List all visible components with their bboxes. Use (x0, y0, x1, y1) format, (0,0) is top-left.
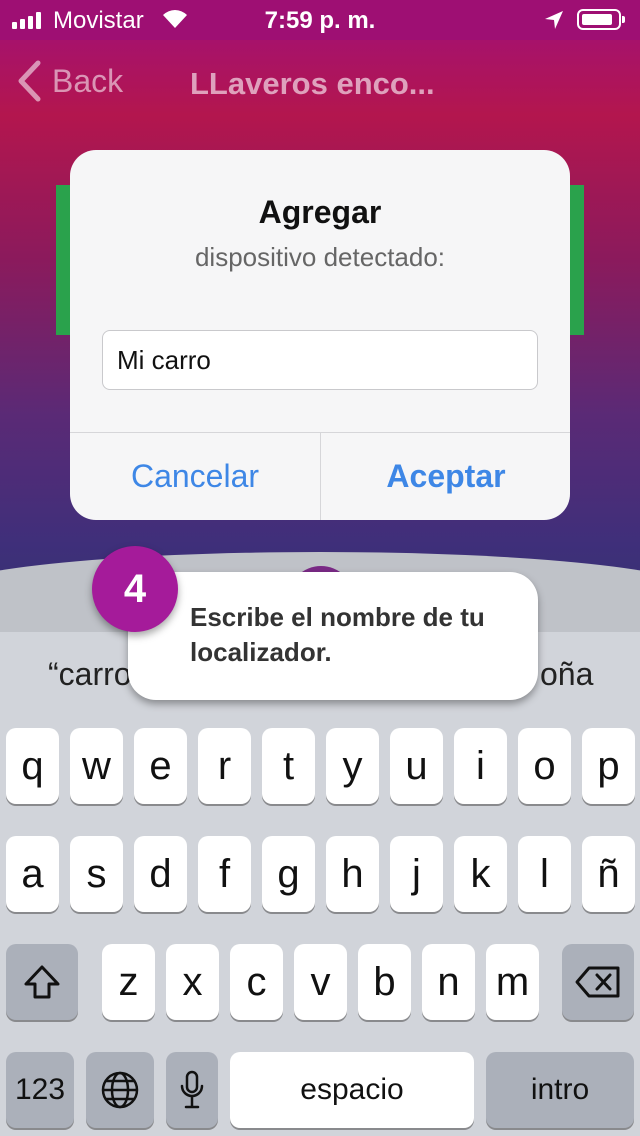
shift-key[interactable] (6, 944, 78, 1020)
add-device-dialog: Agregar dispositivo detectado: Cancelar … (70, 150, 570, 520)
navigation-bar: Back LLaveros enco... (0, 40, 640, 128)
page-title: LLaveros enco... (190, 66, 435, 101)
key-r[interactable]: r (198, 728, 251, 804)
key-e[interactable]: e (134, 728, 187, 804)
key-s[interactable]: s (70, 836, 123, 912)
space-key[interactable]: espacio (230, 1052, 474, 1128)
tooltip-text: Escribe el nombre de tu localizador. (190, 602, 485, 667)
keyboard: q w e r t y u i o p a s d f g h j k l ñ … (0, 714, 640, 1136)
key-y[interactable]: y (326, 728, 379, 804)
shift-icon (24, 965, 60, 999)
back-label: Back (52, 62, 124, 99)
dialog-subtitle: dispositivo detectado: (194, 242, 446, 272)
card-accent-right (568, 185, 584, 335)
microphone-icon (180, 1070, 204, 1109)
key-u[interactable]: u (390, 728, 443, 804)
key-w[interactable]: w (70, 728, 123, 804)
backspace-icon (575, 966, 620, 998)
key-n[interactable]: n (422, 944, 475, 1020)
key-i[interactable]: i (454, 728, 507, 804)
key-m[interactable]: m (486, 944, 539, 1020)
key-o[interactable]: o (518, 728, 571, 804)
suggestion-item[interactable]: “carro (48, 656, 132, 693)
suggestion-item[interactable]: oña (540, 656, 593, 693)
battery-icon (577, 9, 625, 30)
key-enye[interactable]: ñ (582, 836, 635, 912)
status-bar: Movistar 7:59 p. m. (0, 0, 640, 40)
globe-key[interactable] (86, 1052, 154, 1128)
key-h[interactable]: h (326, 836, 379, 912)
key-g[interactable]: g (262, 836, 315, 912)
globe-icon (101, 1071, 139, 1109)
dictation-key[interactable] (166, 1052, 218, 1128)
key-k[interactable]: k (454, 836, 507, 912)
cancel-button[interactable]: Cancelar (70, 433, 320, 520)
key-f[interactable]: f (198, 836, 251, 912)
key-p[interactable]: p (582, 728, 635, 804)
key-t[interactable]: t (262, 728, 315, 804)
key-a[interactable]: a (6, 836, 59, 912)
key-b[interactable]: b (358, 944, 411, 1020)
location-arrow-icon (545, 11, 563, 29)
screen: Movistar 7:59 p. m. Back LLaveros enco..… (0, 0, 640, 1136)
chevron-left-icon (18, 60, 41, 102)
tutorial-tooltip: Escribe el nombre de tu localizador. (128, 572, 538, 700)
return-key[interactable]: intro (486, 1052, 634, 1128)
step-number-badge: 4 (92, 546, 178, 632)
dialog-title: Agregar (258, 194, 382, 230)
key-j[interactable]: j (390, 836, 443, 912)
numbers-key[interactable]: 123 (6, 1052, 74, 1128)
key-q[interactable]: q (6, 728, 59, 804)
key-d[interactable]: d (134, 836, 187, 912)
accept-button[interactable]: Aceptar (321, 433, 570, 520)
key-v[interactable]: v (294, 944, 347, 1020)
key-c[interactable]: c (230, 944, 283, 1020)
back-button[interactable]: Back (16, 60, 123, 102)
backspace-key[interactable] (562, 944, 634, 1020)
device-name-input[interactable] (102, 330, 538, 390)
key-x[interactable]: x (166, 944, 219, 1020)
key-z[interactable]: z (102, 944, 155, 1020)
key-l[interactable]: l (518, 836, 571, 912)
